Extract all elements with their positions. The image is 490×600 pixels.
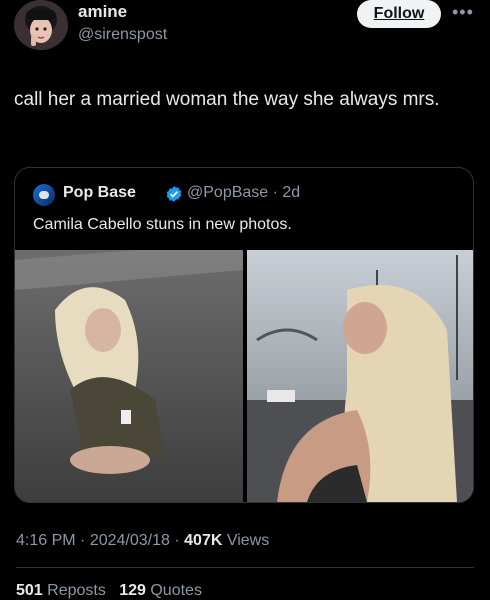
quoted-author-handle-time[interactable]: @PopBase · 2d xyxy=(187,184,300,202)
quoted-photo-1[interactable] xyxy=(15,250,243,502)
reposts-count: 501 xyxy=(16,582,43,599)
quotes-label: Quotes xyxy=(150,582,202,599)
quoted-tweet-card[interactable]: Pop Base @PopBase · 2d Camila Cabello st… xyxy=(14,167,474,503)
meta-separator: · xyxy=(174,532,185,549)
author-handle[interactable]: @sirenspost xyxy=(78,26,167,44)
tweet-meta: 4:16 PM · 2024/03/18 · 407K Views xyxy=(16,532,269,550)
follow-button[interactable]: Follow xyxy=(357,0,441,28)
reposts-link[interactable]: 501 Reposts xyxy=(16,582,106,599)
quoted-tweet-text: Camila Cabello stuns in new photos. xyxy=(33,216,292,233)
author-display-name[interactable]: amine xyxy=(78,2,127,22)
tweet-time[interactable]: 4:16 PM xyxy=(16,532,76,549)
quoted-photo-2[interactable] xyxy=(247,250,473,502)
views-count: 407K xyxy=(184,532,223,549)
views-label: Views xyxy=(226,532,270,549)
meta-separator: · xyxy=(80,532,90,549)
quoted-author-avatar[interactable] xyxy=(33,184,55,206)
tweet-text: call her a married woman the way she alw… xyxy=(14,89,440,110)
reposts-label: Reposts xyxy=(47,582,106,599)
divider xyxy=(16,567,474,568)
quotes-count: 129 xyxy=(119,582,146,599)
verified-badge-icon xyxy=(166,186,182,202)
author-avatar[interactable] xyxy=(14,0,68,50)
quoted-author-display-name[interactable]: Pop Base xyxy=(63,184,136,202)
engagement-stats: 501 Reposts 129 Quotes xyxy=(16,582,202,600)
ellipsis-icon[interactable]: ••• xyxy=(452,2,474,23)
quotes-link[interactable]: 129 Quotes xyxy=(119,582,202,599)
tweet-date[interactable]: 2024/03/18 xyxy=(90,532,170,549)
